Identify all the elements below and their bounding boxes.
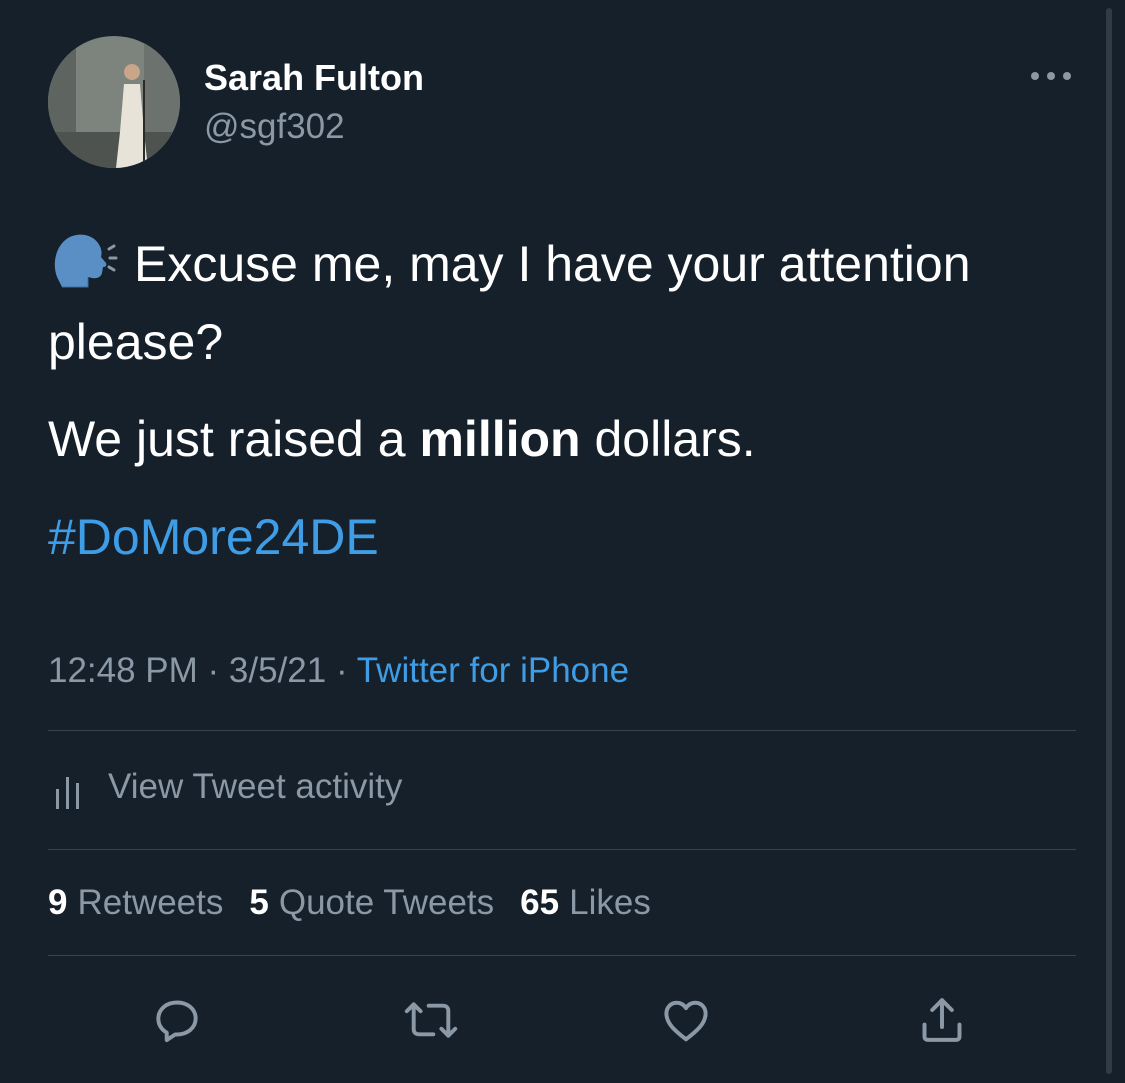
tweet-hashtag-line: #DoMore24DE: [48, 498, 1088, 576]
retweets-count: 9: [48, 883, 68, 922]
share-button[interactable]: [910, 990, 974, 1050]
divider: [48, 955, 1076, 956]
more-options-button[interactable]: [1026, 58, 1076, 94]
scrollbar[interactable]: [1106, 8, 1112, 1074]
tweet-line2-bold: million: [419, 411, 581, 467]
divider: [48, 849, 1076, 850]
heart-icon: [664, 1000, 708, 1042]
likes-stat[interactable]: 65 Likes: [520, 880, 651, 926]
quote-tweets-count: 5: [249, 883, 269, 922]
view-tweet-activity-button[interactable]: View Tweet activity: [48, 762, 402, 812]
quote-tweets-stat[interactable]: 5 Quote Tweets: [249, 880, 494, 926]
retweets-label: Retweets: [77, 883, 224, 922]
tweet-stats: 9 Retweets 5 Quote Tweets 65 Likes: [48, 880, 677, 926]
tweet-line2-pre: We just raised a: [48, 411, 420, 467]
author-handle[interactable]: @sgf302: [204, 105, 345, 149]
more-horizontal-icon: [1031, 72, 1071, 80]
retweet-icon: [404, 1002, 458, 1038]
tweet-line1-text: Excuse me, may I have your attention ple…: [48, 236, 971, 370]
divider: [48, 730, 1076, 731]
tweet-line2-post: dollars.: [580, 411, 756, 467]
meta-separator: ·: [197, 651, 229, 690]
meta-separator: ·: [326, 651, 357, 690]
likes-count: 65: [520, 883, 560, 922]
like-button[interactable]: [654, 990, 718, 1050]
avatar-image: [48, 36, 180, 168]
tweet-meta: 12:48 PM · 3/5/21 · Twitter for iPhone: [48, 648, 629, 694]
tweet-time[interactable]: 12:48 PM: [48, 651, 198, 690]
bar-chart-icon: [56, 777, 79, 809]
tweet-text-line2: We just raised a million dollars.: [48, 400, 1088, 478]
quote-tweets-label: Quote Tweets: [278, 883, 495, 922]
share-icon: [922, 998, 962, 1042]
retweet-button[interactable]: [399, 990, 463, 1050]
likes-label: Likes: [569, 883, 651, 922]
retweets-stat[interactable]: 9 Retweets: [48, 880, 223, 926]
reply-icon: [156, 1000, 198, 1043]
hashtag-link[interactable]: #DoMore24DE: [48, 509, 379, 565]
avatar[interactable]: [48, 36, 180, 168]
tweet-action-bar: [0, 990, 1125, 1050]
tweet-text-line1: Excuse me, may I have your attention ple…: [48, 225, 1088, 381]
tweet-date[interactable]: 3/5/21: [229, 651, 326, 690]
reply-button[interactable]: [145, 990, 209, 1050]
activity-label: View Tweet activity: [108, 767, 403, 806]
tweet-source-link[interactable]: Twitter for iPhone: [357, 651, 629, 690]
speaking-head-emoji: [54, 234, 118, 288]
author-name[interactable]: Sarah Fulton: [204, 56, 424, 100]
